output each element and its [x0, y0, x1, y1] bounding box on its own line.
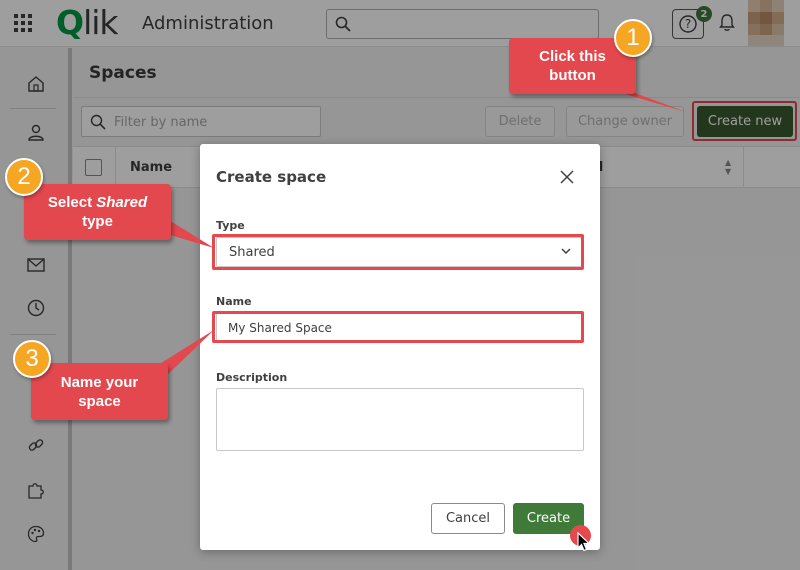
callout-text: Click this button: [539, 48, 606, 84]
callout-text: Select Shared type: [43, 193, 153, 231]
callout-text-prefix: Select: [47, 194, 97, 211]
step-badge: 3: [13, 340, 51, 378]
step-badge: 1: [614, 19, 652, 57]
callout-text: Name your space: [60, 373, 139, 410]
callout-text-emphasis: Shared: [96, 194, 148, 211]
callout-select-type: Select Shared type: [24, 184, 171, 240]
step-badge: 2: [5, 158, 43, 196]
callout-pointers: [150, 80, 686, 382]
callout-text-suffix: type: [82, 213, 113, 230]
callout-name-space: Name your space: [31, 363, 168, 420]
